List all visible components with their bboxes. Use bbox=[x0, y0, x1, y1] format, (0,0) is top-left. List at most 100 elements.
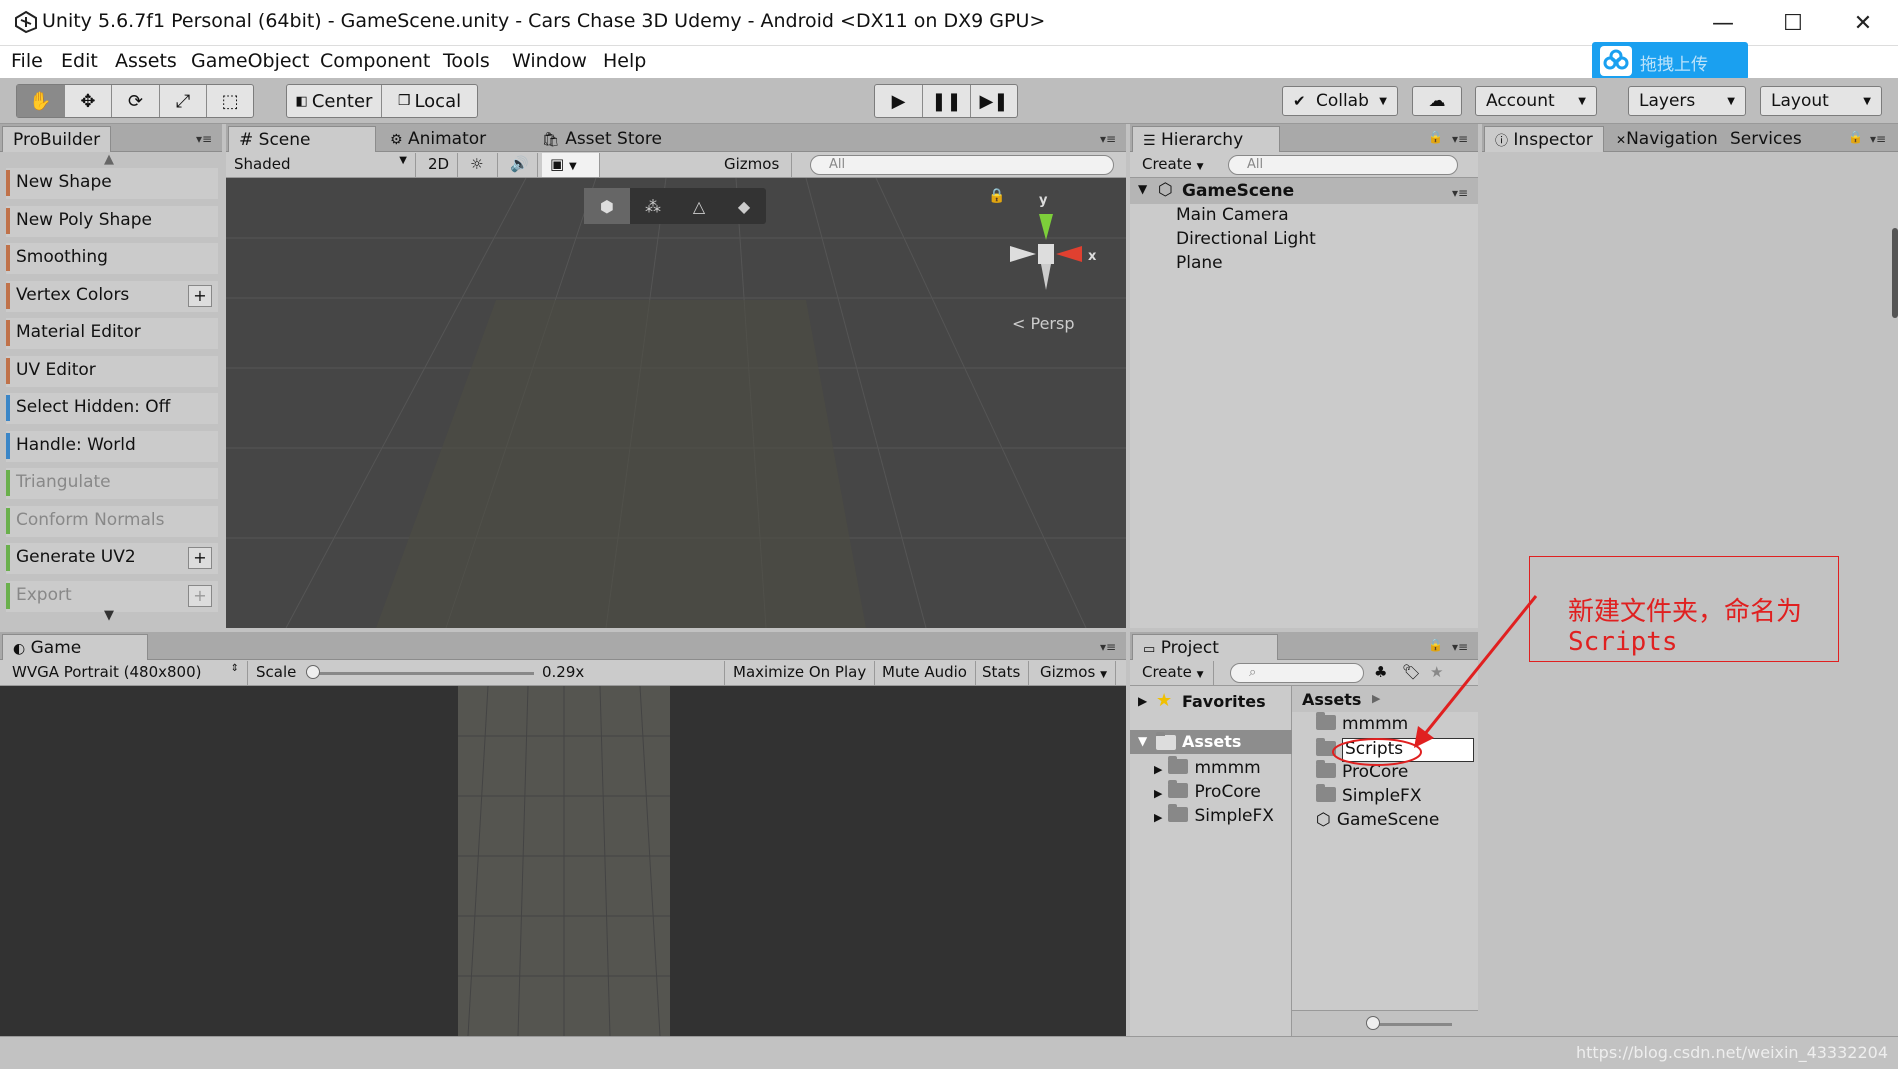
close-button[interactable]: ✕ bbox=[1828, 0, 1898, 46]
resolution-dropdown[interactable]: WVGA Portrait (480x800) ⇕ bbox=[4, 661, 248, 685]
edge-mode-button[interactable]: △ bbox=[676, 188, 722, 224]
probuilder-tool-3[interactable]: Vertex Colors + bbox=[6, 280, 218, 312]
panel-menu-icon[interactable]: ▾≡ bbox=[1870, 132, 1886, 146]
hierarchy-item-main-camera[interactable]: Main Camera bbox=[1176, 205, 1289, 225]
project-search-input[interactable]: ⌕ bbox=[1230, 663, 1364, 683]
audio-toggle[interactable]: 🔊 bbox=[502, 153, 538, 177]
menu-edit[interactable]: Edit bbox=[61, 50, 98, 72]
expand-icon[interactable]: ▼ bbox=[1138, 734, 1147, 748]
hierarchy-create-dropdown[interactable]: Create ▼ bbox=[1134, 153, 1212, 177]
scale-slider[interactable] bbox=[310, 672, 534, 675]
layout-dropdown[interactable]: Layout ▼ bbox=[1760, 86, 1882, 116]
game-viewport[interactable] bbox=[0, 685, 1126, 1037]
expand-icon[interactable]: ▶ bbox=[1154, 787, 1162, 800]
panel-menu-icon[interactable]: ▾≡ bbox=[1100, 640, 1116, 654]
panel-menu-icon[interactable]: ▾≡ bbox=[1452, 132, 1468, 146]
move-tool-button[interactable]: ✥ bbox=[65, 85, 113, 117]
upload-widget[interactable]: 拖拽上传 bbox=[1592, 42, 1748, 80]
probuilder-tool-2[interactable]: Smoothing bbox=[6, 243, 218, 274]
plus-icon[interactable]: + bbox=[188, 584, 212, 607]
icon-size-slider[interactable] bbox=[1372, 1023, 1452, 1026]
menu-component[interactable]: Component bbox=[320, 50, 430, 72]
tab-inspector[interactable]: ⓘ Inspector bbox=[1484, 126, 1604, 152]
menu-assets[interactable]: Assets bbox=[115, 50, 177, 72]
maximize-button[interactable]: ☐ bbox=[1758, 0, 1828, 46]
object-mode-button[interactable]: ⬢ bbox=[584, 188, 630, 224]
tab-game[interactable]: ◐ Game bbox=[2, 634, 148, 660]
icon-size-slider-thumb[interactable] bbox=[1366, 1016, 1380, 1030]
probuilder-tool-1[interactable]: New Poly Shape bbox=[6, 205, 218, 237]
hand-tool-button[interactable]: ✋ bbox=[17, 85, 65, 117]
tree-folder-item[interactable]: ▶ SimpleFX bbox=[1154, 804, 1274, 826]
minimize-button[interactable]: — bbox=[1688, 0, 1758, 46]
menu-gameobject[interactable]: GameObject bbox=[191, 50, 309, 72]
effects-dropdown[interactable]: ▣ ▼ bbox=[542, 153, 600, 177]
stats-toggle[interactable]: Stats bbox=[974, 661, 1030, 685]
center-button[interactable]: ◧ Center bbox=[287, 85, 382, 117]
probuilder-tool-11[interactable]: Export + bbox=[6, 580, 218, 612]
expand-icon[interactable]: ▶ bbox=[1138, 694, 1147, 708]
probuilder-tool-10[interactable]: Generate UV2 + bbox=[6, 543, 218, 574]
scene-menu-icon[interactable]: ▾≡ bbox=[1452, 186, 1468, 200]
scene-viewport[interactable]: ⬢ ⁂ △ ◆ 🔒 y x < Persp bbox=[226, 178, 1126, 628]
tree-folder-item[interactable]: ▶ mmmm bbox=[1154, 756, 1261, 778]
hierarchy-search-input[interactable]: All bbox=[1228, 155, 1458, 175]
mute-audio-toggle[interactable]: Mute Audio bbox=[874, 661, 976, 685]
account-dropdown[interactable]: Account ▼ bbox=[1475, 86, 1597, 116]
tab-scene[interactable]: # Scene bbox=[228, 126, 376, 152]
panel-menu-icon[interactable]: ▾≡ bbox=[196, 132, 212, 146]
tab-probuilder[interactable]: ProBuilder bbox=[2, 126, 112, 152]
vertex-mode-button[interactable]: ⁂ bbox=[630, 188, 676, 224]
plus-icon[interactable]: + bbox=[188, 284, 212, 307]
probuilder-tool-4[interactable]: Material Editor bbox=[6, 318, 218, 349]
tab-hierarchy[interactable]: ☰ Hierarchy bbox=[1132, 126, 1280, 152]
tab-navigation[interactable]: ✕Navigation bbox=[1606, 126, 1728, 152]
step-button[interactable]: ▶❚ bbox=[971, 85, 1017, 117]
tab-project[interactable]: ▭ Project bbox=[1132, 634, 1278, 660]
play-button[interactable]: ▶ bbox=[875, 85, 923, 117]
inspector-scrollbar[interactable] bbox=[1892, 228, 1898, 318]
game-gizmos-dropdown[interactable]: Gizmos ▼ bbox=[1032, 661, 1116, 685]
breadcrumb-assets[interactable]: Assets bbox=[1302, 690, 1361, 709]
perspective-label[interactable]: < Persp bbox=[1012, 314, 1075, 333]
hierarchy-scene-row[interactable]: ▼ ⬡ GameScene ▾≡ bbox=[1130, 178, 1478, 204]
menu-help[interactable]: Help bbox=[603, 50, 646, 72]
gizmos-dropdown[interactable]: Gizmos ▼ bbox=[716, 153, 792, 190]
face-mode-button[interactable]: ◆ bbox=[722, 188, 766, 224]
menu-window[interactable]: Window bbox=[512, 50, 587, 72]
project-file-item[interactable]: ⬡ GameScene bbox=[1316, 810, 1439, 830]
menu-file[interactable]: File bbox=[11, 50, 43, 72]
scene-gizmo[interactable]: y x bbox=[996, 192, 1106, 302]
local-button[interactable]: ❒ Local bbox=[382, 85, 477, 117]
scene-search-input[interactable]: All bbox=[810, 155, 1114, 175]
probuilder-tool-6[interactable]: Select Hidden: Off bbox=[6, 393, 218, 424]
tree-folder-item[interactable]: ▶ ProCore bbox=[1154, 780, 1261, 802]
project-create-dropdown[interactable]: Create ▼ bbox=[1134, 661, 1214, 685]
maximize-on-play-toggle[interactable]: Maximize On Play bbox=[724, 661, 876, 685]
probuilder-tool-9[interactable]: Conform Normals bbox=[6, 505, 218, 537]
collab-dropdown[interactable]: ✔ Collab ▼ bbox=[1282, 86, 1398, 116]
scale-slider-thumb[interactable] bbox=[306, 665, 320, 679]
lock-icon[interactable]: 🔒 bbox=[1428, 130, 1443, 144]
hierarchy-item-directional-light[interactable]: Directional Light bbox=[1176, 229, 1316, 249]
tab-animator[interactable]: ⚙ Animator bbox=[380, 126, 496, 152]
probuilder-tool-7[interactable]: Handle: World bbox=[6, 430, 218, 462]
probuilder-tool-8[interactable]: Triangulate bbox=[6, 468, 218, 499]
layers-dropdown[interactable]: Layers ▼ bbox=[1628, 86, 1746, 116]
favorites-label[interactable]: Favorites bbox=[1182, 692, 1266, 711]
cloud-button[interactable]: ☁ bbox=[1412, 86, 1462, 116]
lock-icon[interactable]: 🔒 bbox=[1848, 130, 1863, 144]
expand-icon[interactable]: ▶ bbox=[1154, 763, 1162, 776]
probuilder-tool-5[interactable]: UV Editor bbox=[6, 355, 218, 387]
plus-icon[interactable]: + bbox=[188, 547, 212, 569]
tab-asset-store[interactable]: 🛍 Asset Store bbox=[532, 126, 672, 152]
shading-dropdown[interactable]: Shaded ▼ bbox=[226, 153, 416, 177]
2d-toggle[interactable]: 2D bbox=[420, 153, 458, 177]
scroll-down-icon[interactable]: ▼ bbox=[104, 608, 114, 623]
scale-tool-button[interactable]: ⤢ bbox=[160, 85, 208, 117]
tree-assets-row[interactable]: ▼ Assets bbox=[1130, 730, 1292, 754]
hierarchy-item-plane[interactable]: Plane bbox=[1176, 253, 1223, 273]
scroll-up-icon[interactable]: ▲ bbox=[104, 152, 114, 167]
rect-tool-button[interactable]: ⬚ bbox=[207, 85, 253, 117]
pause-button[interactable]: ❚❚ bbox=[923, 85, 971, 117]
